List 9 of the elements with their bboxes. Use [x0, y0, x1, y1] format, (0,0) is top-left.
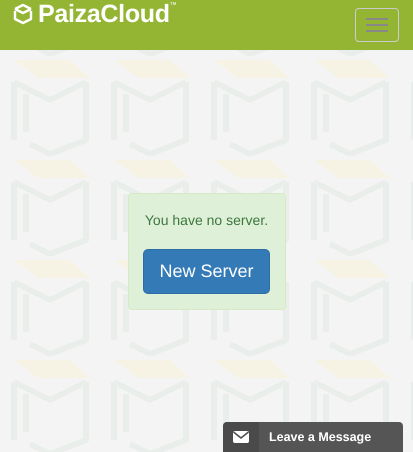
envelope-icon [233, 431, 249, 443]
brand-name[interactable]: PaizaCloud [38, 2, 170, 26]
cube-logo-icon [13, 3, 33, 25]
new-server-button[interactable]: New Server [143, 249, 270, 294]
menu-button[interactable] [355, 8, 399, 42]
alert-message: You have no server. [144, 211, 268, 230]
menu-icon [366, 18, 388, 32]
chat-widget[interactable]: Leave a Message [223, 422, 403, 452]
chat-label: Leave a Message [269, 430, 372, 444]
